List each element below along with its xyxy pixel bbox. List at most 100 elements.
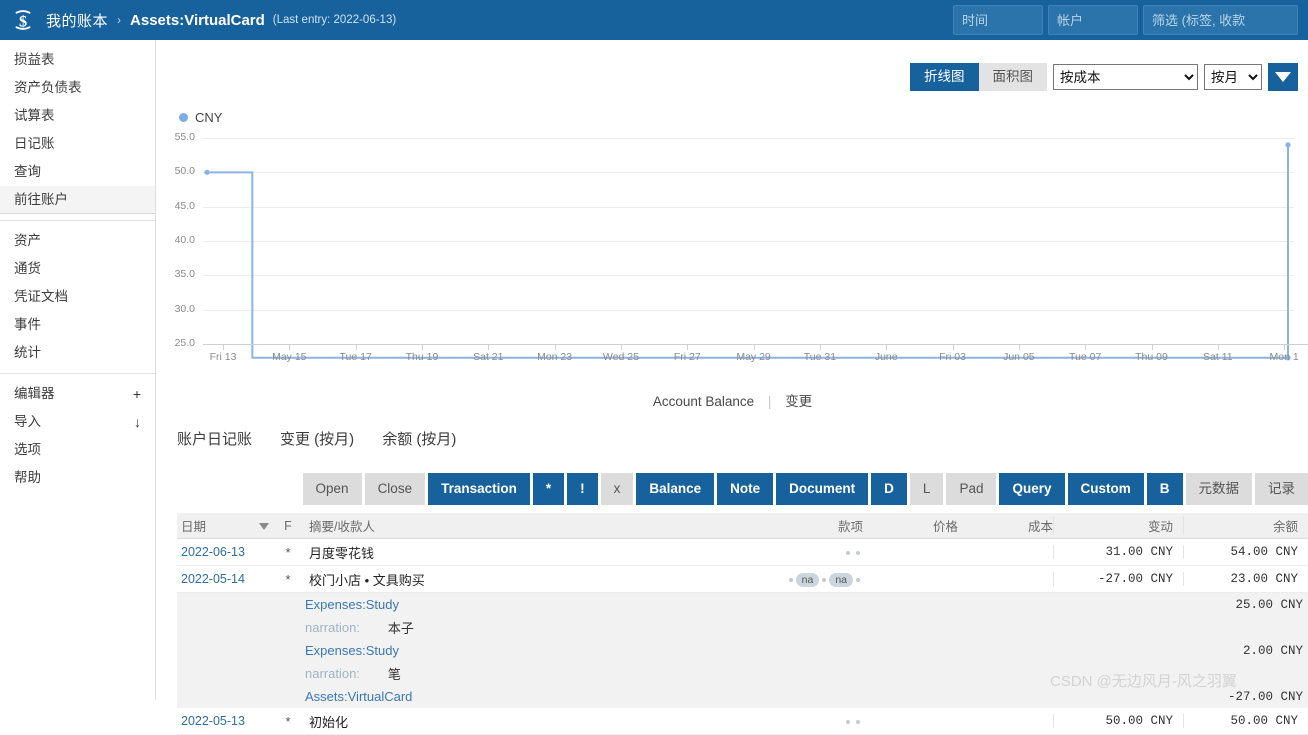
chart-caption-divider: | bbox=[767, 394, 772, 409]
op-button--[interactable]: * bbox=[532, 473, 565, 505]
op-button-open[interactable]: Open bbox=[302, 473, 362, 505]
sidebar-item-documents[interactable]: 凭证文档 bbox=[0, 283, 155, 311]
x-axis-tick bbox=[819, 345, 821, 350]
op-button-balance[interactable]: Balance bbox=[636, 473, 715, 505]
op-button-note[interactable]: Note bbox=[717, 473, 774, 505]
sidebar-item-label: 通货 bbox=[14, 261, 41, 276]
sidebar-item-income-statement[interactable]: 损益表 bbox=[0, 46, 155, 74]
sidebar-item-query[interactable]: 查询 bbox=[0, 158, 155, 186]
posting-account[interactable]: Expenses:Study bbox=[177, 643, 399, 658]
column-header-change[interactable]: 变动 bbox=[1053, 516, 1183, 535]
column-header-cost[interactable]: 成本 bbox=[958, 516, 1053, 535]
sidebar-group-data: 资产 通货 凭证文档 事件 统计 bbox=[0, 220, 155, 373]
download-arrow-icon[interactable]: ↓ bbox=[134, 408, 141, 436]
sidebar-item-statistics[interactable]: 统计 bbox=[0, 339, 155, 367]
chart-caption-change[interactable]: 变更 bbox=[785, 394, 812, 409]
x-axis-tick bbox=[289, 345, 291, 350]
column-header-price[interactable]: 价格 bbox=[863, 516, 958, 535]
x-axis-tick bbox=[355, 345, 357, 350]
chart-caption: Account Balance | 变更 bbox=[157, 390, 1308, 410]
sidebar-item-go-to-account[interactable]: 前往账户 bbox=[0, 186, 155, 214]
sidebar-item-trial-balance[interactable]: 试算表 bbox=[0, 102, 155, 130]
table-row[interactable]: 2022-05-14 * 校门小店 • 文具购买 na na -27.00 CNY 23.0… bbox=[177, 566, 1308, 593]
row-flag[interactable]: * bbox=[277, 572, 299, 587]
sidebar-item-options[interactable]: 选项 bbox=[0, 436, 155, 464]
x-axis-tick bbox=[886, 345, 888, 350]
sidebar-item-journal[interactable]: 日记账 bbox=[0, 130, 155, 158]
chart-data-point[interactable] bbox=[204, 169, 210, 175]
chart-mode-select[interactable]: 按成本 bbox=[1053, 64, 1198, 90]
table-row[interactable]: 2022-06-13 * 月度零花钱 31.00 CNY 54.00 CNY bbox=[177, 539, 1308, 566]
fava-dollar-icon[interactable]: $ bbox=[10, 7, 36, 33]
row-flag[interactable]: * bbox=[277, 714, 299, 729]
sidebar-item-help[interactable]: 帮助 bbox=[0, 464, 155, 492]
op-button-x[interactable]: x bbox=[600, 473, 634, 505]
tab-balance-monthly[interactable]: 余额 (按月) bbox=[382, 428, 456, 449]
x-axis-tick bbox=[753, 345, 755, 350]
row-date[interactable]: 2022-05-14 bbox=[177, 572, 259, 586]
row-narration[interactable]: 月度零花钱 bbox=[299, 543, 743, 562]
posting-account[interactable]: Expenses:Study bbox=[177, 597, 399, 612]
sidebar-item-import[interactable]: 导入 ↓ bbox=[0, 408, 155, 436]
column-header-flag[interactable]: F bbox=[277, 519, 299, 533]
op-button-close[interactable]: Close bbox=[364, 473, 426, 505]
sort-desc-icon[interactable] bbox=[259, 519, 277, 533]
op-button--[interactable]: ! bbox=[567, 473, 598, 505]
row-date[interactable]: 2022-06-13 bbox=[177, 545, 259, 559]
row-narration[interactable]: 初始化 bbox=[299, 712, 743, 731]
row-date[interactable]: 2022-05-13 bbox=[177, 714, 259, 728]
op-button-transaction[interactable]: Transaction bbox=[428, 473, 530, 505]
balance-chart[interactable]: 55.0 50.0 45.0 40.0 35.0 30.0 25.0 Fri 13 May 1… bbox=[157, 98, 1308, 383]
op-button-document[interactable]: Document bbox=[776, 473, 869, 505]
time-filter-input[interactable] bbox=[953, 5, 1043, 35]
sidebar-item-holdings[interactable]: 资产 bbox=[0, 227, 155, 255]
row-flag[interactable]: * bbox=[277, 545, 299, 560]
table-row[interactable]: 2022-05-13 * 初始化 50.00 CNY 50.00 CNY bbox=[177, 708, 1308, 735]
op-button-pad[interactable]: Pad bbox=[946, 473, 997, 505]
op-button-d[interactable]: D bbox=[871, 473, 907, 505]
chart-period-select[interactable]: 按月 bbox=[1204, 64, 1262, 90]
sidebar-item-commodities[interactable]: 通货 bbox=[0, 255, 155, 283]
posting-amount: 2.00 CNY bbox=[1242, 643, 1303, 658]
plus-icon[interactable]: + bbox=[133, 380, 141, 408]
column-header-narration[interactable]: 摘要/收款人 bbox=[299, 516, 743, 535]
breadcrumb-book[interactable]: 我的账本 bbox=[46, 10, 108, 31]
last-entry-label: (Last entry: 2022-06-13) bbox=[272, 14, 397, 26]
op-button-元数据[interactable]: 元数据 bbox=[1185, 473, 1252, 505]
row-narration[interactable]: 校门小店 • 文具购买 bbox=[299, 570, 743, 589]
op-button-query[interactable]: Query bbox=[999, 473, 1065, 505]
account-filter-input[interactable] bbox=[1048, 5, 1138, 35]
column-header-balance[interactable]: 余额 bbox=[1183, 516, 1308, 535]
op-button-记录[interactable]: 记录 bbox=[1255, 473, 1308, 505]
x-axis-tick-label: Jun 05 bbox=[1003, 351, 1035, 363]
tag-payee-filter-input[interactable] bbox=[1143, 5, 1298, 35]
triangle-down-icon[interactable] bbox=[1268, 63, 1298, 91]
posting-metadata-value: 本子 bbox=[387, 621, 414, 636]
chart-data-point[interactable] bbox=[1285, 142, 1291, 148]
row-balance: 23.00 CNY bbox=[1183, 572, 1308, 586]
column-header-date[interactable]: 日期 bbox=[177, 516, 259, 535]
posting-metadata-key: narration: bbox=[305, 666, 360, 681]
main-content: 折线图 面积图 按成本 按月 CNY 55.0 50.0 45.0 40.0 35.0 3… bbox=[157, 40, 1308, 735]
breadcrumb-account[interactable]: Assets:VirtualCard bbox=[130, 12, 265, 29]
posting-row: narration: 本子 bbox=[177, 616, 1308, 639]
op-button-custom[interactable]: Custom bbox=[1067, 473, 1144, 505]
x-axis-tick bbox=[1284, 345, 1286, 350]
x-axis-tick-label: Fri 03 bbox=[939, 351, 966, 363]
chart-type-area-button[interactable]: 面积图 bbox=[978, 63, 1047, 91]
tab-changes-monthly[interactable]: 变更 (按月) bbox=[280, 428, 354, 449]
sidebar-item-events[interactable]: 事件 bbox=[0, 311, 155, 339]
posting-account[interactable]: Assets:VirtualCard bbox=[177, 689, 412, 704]
chart-caption-balance[interactable]: Account Balance bbox=[653, 394, 754, 409]
column-header-units[interactable]: 款项 bbox=[743, 516, 863, 535]
x-axis-tick-label: Tue 31 bbox=[803, 351, 837, 363]
tab-account-journal[interactable]: 账户日记账 bbox=[177, 428, 252, 449]
row-units-markers bbox=[743, 714, 863, 729]
op-button-l[interactable]: L bbox=[909, 473, 944, 505]
sidebar-item-balance-sheet[interactable]: 资产负债表 bbox=[0, 74, 155, 102]
op-button-b[interactable]: B bbox=[1146, 473, 1183, 505]
row-balance: 50.00 CNY bbox=[1183, 714, 1308, 728]
chart-type-line-button[interactable]: 折线图 bbox=[910, 63, 979, 91]
sidebar-item-editor[interactable]: 编辑器 + bbox=[0, 380, 155, 408]
x-axis-tick-label: Mon 1 bbox=[1269, 351, 1299, 363]
